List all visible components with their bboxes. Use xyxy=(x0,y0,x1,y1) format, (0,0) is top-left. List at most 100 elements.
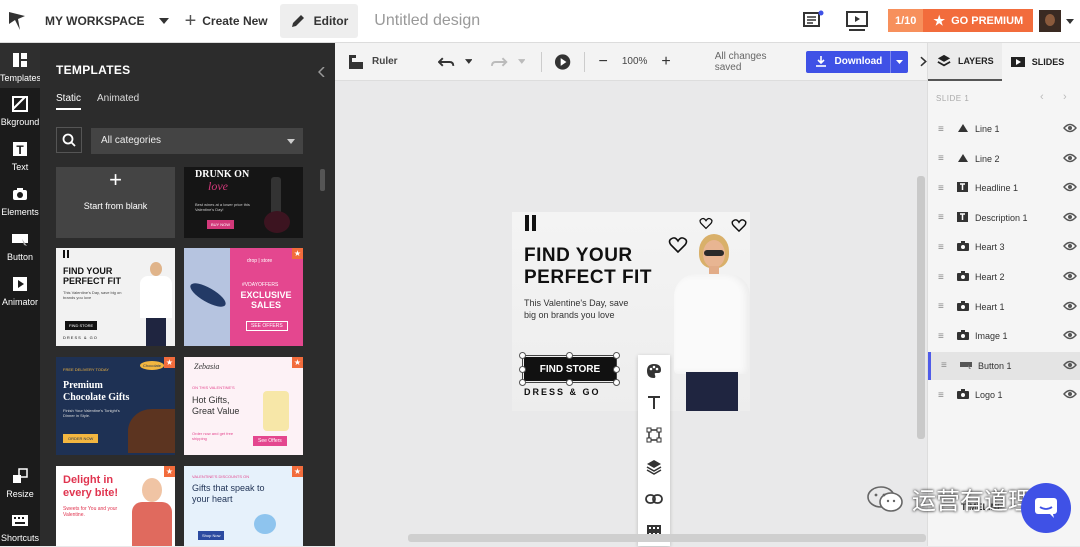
resize-handle[interactable] xyxy=(566,379,573,386)
avatar[interactable] xyxy=(1039,10,1061,32)
nav-item-animator[interactable]: Animator xyxy=(0,275,40,307)
drag-handle-icon[interactable]: ≡ xyxy=(938,272,948,283)
redo-icon[interactable] xyxy=(490,56,508,68)
nav-item-button[interactable]: Button xyxy=(0,230,40,262)
model-photo[interactable] xyxy=(672,232,750,411)
undo-icon[interactable] xyxy=(437,56,455,68)
design-title-input[interactable]: Untitled design xyxy=(374,12,480,30)
layer-row[interactable]: ≡ Heart 2 xyxy=(928,263,1080,291)
drag-handle-icon[interactable]: ≡ xyxy=(938,183,948,194)
layer-row[interactable]: ≡ Logo 1 xyxy=(928,381,1080,409)
prev-slide-icon[interactable]: ‹ xyxy=(1040,91,1044,103)
resize-handle[interactable] xyxy=(566,352,573,359)
drag-handle-icon[interactable]: ≡ xyxy=(938,124,948,135)
app-logo[interactable] xyxy=(0,0,34,43)
visibility-eye-icon[interactable] xyxy=(1063,360,1077,372)
selection-box[interactable] xyxy=(519,352,620,386)
template-tile[interactable]: FIND YOUR PERFECT FIT This Valentine's D… xyxy=(56,248,175,346)
layer-row[interactable]: ≡ Headline 1 xyxy=(928,174,1080,202)
nav-item-text[interactable]: T Text xyxy=(0,140,40,172)
layer-row[interactable]: ≡ Image 1 xyxy=(928,322,1080,350)
drag-handle-icon[interactable]: ≡ xyxy=(941,360,951,371)
editor-button[interactable]: Editor xyxy=(279,4,359,38)
chat-support-button[interactable] xyxy=(1021,483,1071,533)
design-description[interactable]: This Valentine's Day, save big on brands… xyxy=(524,297,636,321)
heart-icon[interactable] xyxy=(699,217,713,230)
panel-scrollbar[interactable] xyxy=(320,169,325,191)
drag-handle-icon[interactable]: ≡ xyxy=(938,153,948,164)
template-search-button[interactable] xyxy=(56,127,82,153)
transform-button[interactable] xyxy=(638,419,670,451)
download-options-button[interactable] xyxy=(890,50,908,73)
expand-panel-chevron-icon[interactable] xyxy=(920,56,927,67)
ruler-button[interactable]: Ruler xyxy=(348,54,398,70)
visibility-eye-icon[interactable] xyxy=(1063,123,1077,135)
resize-handle[interactable] xyxy=(613,352,620,359)
tab-static[interactable]: Static xyxy=(56,93,82,110)
heart-icon[interactable] xyxy=(731,218,747,233)
tab-slides[interactable]: SLIDES xyxy=(1002,43,1073,81)
visibility-eye-icon[interactable] xyxy=(1063,271,1077,283)
resize-handle[interactable] xyxy=(519,366,526,373)
nav-item-templates[interactable]: Templates xyxy=(0,43,41,88)
template-tile[interactable]: DRUNK ON love Best wines at a lower pric… xyxy=(184,167,303,238)
play-icon[interactable] xyxy=(554,53,571,71)
template-tile[interactable]: VALENTINE'S DISCOUNTS ON Gifts that spea… xyxy=(184,466,303,546)
design-headline[interactable]: FIND YOUR PERFECT FIT xyxy=(524,245,664,289)
undo-history-chevron-icon[interactable] xyxy=(464,59,473,64)
nav-item-shortcuts[interactable]: Shortcuts xyxy=(0,511,40,543)
resize-handle[interactable] xyxy=(519,379,526,386)
download-button[interactable]: Download xyxy=(806,50,909,73)
template-tile[interactable]: Delight in every bite! Sweets for You an… xyxy=(56,466,175,546)
animation-button[interactable] xyxy=(638,515,670,547)
drag-handle-icon[interactable]: ≡ xyxy=(938,242,948,253)
layer-row[interactable]: ≡ Button 1 xyxy=(928,351,1080,380)
tab-layers[interactable]: LAYERS xyxy=(928,43,1002,81)
visibility-eye-icon[interactable] xyxy=(1063,301,1077,313)
tab-animated[interactable]: Animated xyxy=(97,93,139,104)
go-premium-button[interactable]: 1/10 ★ GO PREMIUM xyxy=(888,9,1034,32)
drag-handle-icon[interactable]: ≡ xyxy=(938,390,948,401)
drag-handle-icon[interactable]: ≡ xyxy=(938,331,948,342)
color-palette-button[interactable] xyxy=(638,355,670,387)
visibility-eye-icon[interactable] xyxy=(1063,241,1077,253)
visibility-eye-icon[interactable] xyxy=(1063,389,1077,401)
visibility-eye-icon[interactable] xyxy=(1063,330,1077,342)
layer-row[interactable]: ≡ Line 2 xyxy=(928,145,1080,173)
vertical-scrollbar[interactable] xyxy=(917,176,925,439)
nav-item-background[interactable]: Bkground xyxy=(0,95,40,127)
layer-row[interactable]: ≡ Line 1 xyxy=(928,115,1080,143)
visibility-eye-icon[interactable] xyxy=(1063,212,1077,224)
template-tile[interactable]: Zebasia ON THIS VALENTINE'S Hot Gifts, G… xyxy=(184,357,303,455)
redo-history-chevron-icon[interactable] xyxy=(517,59,526,64)
workspace-menu[interactable]: MY WORKSPACE xyxy=(45,14,169,28)
comments-icon[interactable] xyxy=(802,10,824,37)
text-edit-button[interactable] xyxy=(638,387,670,419)
drag-handle-icon[interactable]: ≡ xyxy=(938,212,948,223)
chevron-down-icon[interactable] xyxy=(1066,19,1074,24)
visibility-eye-icon[interactable] xyxy=(1063,153,1077,165)
line-1-element[interactable] xyxy=(525,215,529,231)
resize-handle[interactable] xyxy=(613,366,620,373)
horizontal-scrollbar[interactable] xyxy=(408,534,926,542)
design-logo[interactable]: DRESS & GO xyxy=(524,387,601,397)
link-button[interactable] xyxy=(638,483,670,515)
next-slide-icon[interactable]: › xyxy=(1063,91,1067,103)
layer-row[interactable]: ≡ Description 1 xyxy=(928,204,1080,232)
create-new-button[interactable]: + Create New xyxy=(185,11,268,31)
zoom-value[interactable]: 100% xyxy=(622,56,648,67)
layer-row[interactable]: ≡ Heart 1 xyxy=(928,293,1080,321)
resize-handle[interactable] xyxy=(519,352,526,359)
category-select[interactable]: All categories xyxy=(91,128,303,154)
visibility-eye-icon[interactable] xyxy=(1063,182,1077,194)
layer-order-button[interactable] xyxy=(638,451,670,483)
preview-icon[interactable] xyxy=(845,10,869,37)
drag-handle-icon[interactable]: ≡ xyxy=(938,301,948,312)
nav-item-resize[interactable]: Resize xyxy=(0,467,40,499)
line-2-element[interactable] xyxy=(532,215,536,231)
start-from-blank-tile[interactable]: + Start from blank xyxy=(56,167,175,238)
zoom-in-button[interactable]: + xyxy=(661,53,670,71)
template-tile[interactable]: FREE DELIVERY TODAY Premium Chocolate Gi… xyxy=(56,357,175,455)
layer-row[interactable]: ≡ Heart 3 xyxy=(928,233,1080,261)
collapse-panel-icon[interactable] xyxy=(318,67,325,77)
